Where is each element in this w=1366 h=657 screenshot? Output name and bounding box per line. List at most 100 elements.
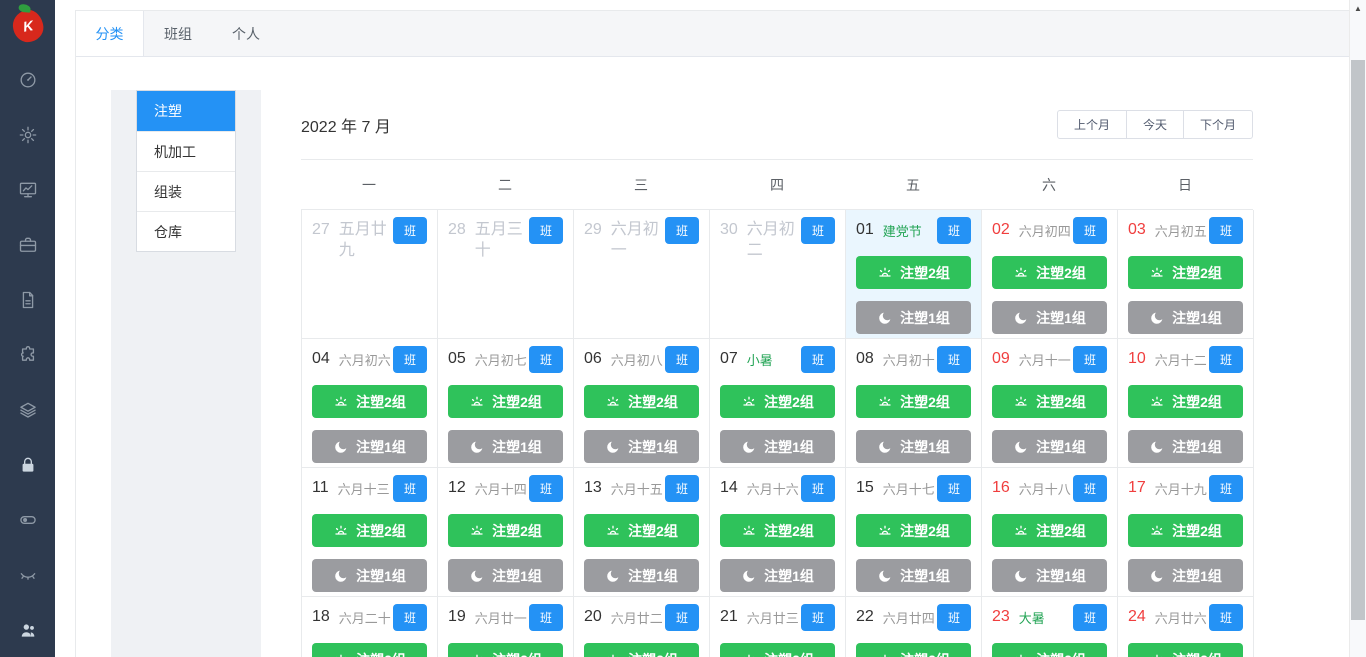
night-shift-button[interactable]: 注塑1组 bbox=[312, 559, 427, 592]
shift-type-badge[interactable]: 班 bbox=[529, 217, 563, 244]
today-button[interactable]: 今天 bbox=[1125, 110, 1184, 139]
day-shift-button[interactable]: 注塑2组 bbox=[720, 514, 835, 547]
day-shift-button[interactable]: 注塑2组 bbox=[992, 514, 1107, 547]
shift-type-badge[interactable]: 班 bbox=[937, 604, 971, 631]
shift-type-badge[interactable]: 班 bbox=[1209, 346, 1243, 373]
users-icon[interactable] bbox=[0, 602, 55, 657]
shift-type-badge[interactable]: 班 bbox=[665, 475, 699, 502]
shift-type-badge[interactable]: 班 bbox=[801, 475, 835, 502]
shift-type-badge[interactable]: 班 bbox=[665, 346, 699, 373]
lock-icon[interactable] bbox=[0, 437, 55, 492]
monitor-chart-icon[interactable] bbox=[0, 162, 55, 217]
shift-type-badge[interactable]: 班 bbox=[529, 604, 563, 631]
day-shift-button[interactable]: 注塑2组 bbox=[1128, 514, 1243, 547]
category-item-仓库[interactable]: 仓库 bbox=[137, 211, 235, 251]
day-shift-button[interactable]: 注塑2组 bbox=[1128, 385, 1243, 418]
day-shift-button[interactable]: 注塑2组 bbox=[992, 643, 1107, 657]
night-shift-button[interactable]: 注塑1组 bbox=[992, 430, 1107, 463]
category-item-注塑[interactable]: 注塑 bbox=[137, 91, 235, 131]
shift-type-badge[interactable]: 班 bbox=[393, 217, 427, 244]
category-item-机加工[interactable]: 机加工 bbox=[137, 131, 235, 171]
shift-type-badge[interactable]: 班 bbox=[665, 604, 699, 631]
gear-icon[interactable] bbox=[0, 107, 55, 162]
shift-type-badge[interactable]: 班 bbox=[937, 475, 971, 502]
calendar-cell: 10 六月十二班注塑2组 注塑1组 bbox=[1118, 339, 1254, 468]
app-logo[interactable]: K bbox=[0, 0, 55, 52]
night-shift-button[interactable]: 注塑1组 bbox=[856, 301, 971, 334]
shift-type-badge[interactable]: 班 bbox=[937, 217, 971, 244]
tab-个人[interactable]: 个人 bbox=[212, 11, 280, 56]
toggle-icon[interactable] bbox=[0, 492, 55, 547]
shift-type-badge[interactable]: 班 bbox=[665, 217, 699, 244]
shift-type-badge[interactable]: 班 bbox=[1209, 217, 1243, 244]
day-shift-button[interactable]: 注塑2组 bbox=[856, 514, 971, 547]
day-shift-button[interactable]: 注塑2组 bbox=[584, 643, 699, 657]
night-shift-button[interactable]: 注塑1组 bbox=[584, 559, 699, 592]
day-shift-button[interactable]: 注塑2组 bbox=[448, 385, 563, 418]
night-shift-button[interactable]: 注塑1组 bbox=[992, 559, 1107, 592]
day-shift-button[interactable]: 注塑2组 bbox=[312, 385, 427, 418]
shift-type-badge[interactable]: 班 bbox=[1073, 604, 1107, 631]
category-item-组装[interactable]: 组装 bbox=[137, 171, 235, 211]
tab-班组[interactable]: 班组 bbox=[144, 11, 212, 56]
day-shift-button[interactable]: 注塑2组 bbox=[720, 643, 835, 657]
night-shift-button[interactable]: 注塑1组 bbox=[1128, 430, 1243, 463]
shift-type-badge[interactable]: 班 bbox=[1073, 346, 1107, 373]
shift-type-badge[interactable]: 班 bbox=[801, 217, 835, 244]
day-shift-button[interactable]: 注塑2组 bbox=[312, 514, 427, 547]
shift-type-badge[interactable]: 班 bbox=[1073, 217, 1107, 244]
layers-icon[interactable] bbox=[0, 382, 55, 437]
day-shift-button[interactable]: 注塑2组 bbox=[856, 643, 971, 657]
shift-type-badge[interactable]: 班 bbox=[937, 346, 971, 373]
eye-closed-icon[interactable] bbox=[0, 547, 55, 602]
day-shift-button[interactable]: 注塑2组 bbox=[856, 256, 971, 289]
tab-分类[interactable]: 分类 bbox=[76, 11, 144, 56]
document-icon[interactable] bbox=[0, 272, 55, 327]
shift-type-badge[interactable]: 班 bbox=[1209, 475, 1243, 502]
sidebar-nav bbox=[0, 52, 55, 657]
day-shift-button[interactable]: 注塑2组 bbox=[720, 385, 835, 418]
shift-type-badge[interactable]: 班 bbox=[529, 346, 563, 373]
night-shift-button[interactable]: 注塑1组 bbox=[584, 430, 699, 463]
scrollbar-up-arrow-icon[interactable]: ▲ bbox=[1350, 0, 1366, 17]
day-shift-button[interactable]: 注塑2组 bbox=[1128, 256, 1243, 289]
next-month-button[interactable]: 下个月 bbox=[1182, 110, 1253, 139]
shift-label: 注塑1组 bbox=[764, 438, 814, 455]
day-shift-button[interactable]: 注塑2组 bbox=[992, 256, 1107, 289]
shift-type-badge[interactable]: 班 bbox=[393, 604, 427, 631]
puzzle-icon[interactable] bbox=[0, 327, 55, 382]
night-shift-button[interactable]: 注塑1组 bbox=[448, 559, 563, 592]
shift-type-badge[interactable]: 班 bbox=[1073, 475, 1107, 502]
shift-type-badge[interactable]: 班 bbox=[529, 475, 563, 502]
night-shift-button[interactable]: 注塑1组 bbox=[1128, 301, 1243, 334]
day-shift-button[interactable]: 注塑2组 bbox=[1128, 643, 1243, 657]
day-shift-button[interactable]: 注塑2组 bbox=[584, 514, 699, 547]
night-shift-button[interactable]: 注塑1组 bbox=[720, 430, 835, 463]
night-shift-button[interactable]: 注塑1组 bbox=[1128, 559, 1243, 592]
dashboard-icon[interactable] bbox=[0, 52, 55, 107]
shift-type-badge[interactable]: 班 bbox=[801, 604, 835, 631]
shift-type-badge[interactable]: 班 bbox=[801, 346, 835, 373]
sunrise-icon bbox=[741, 394, 757, 410]
night-shift-button[interactable]: 注塑1组 bbox=[856, 430, 971, 463]
day-shift-button[interactable]: 注塑2组 bbox=[992, 385, 1107, 418]
vertical-scrollbar[interactable]: ▲ bbox=[1349, 0, 1366, 657]
day-shift-button[interactable]: 注塑2组 bbox=[448, 514, 563, 547]
shift-label: 注塑2组 bbox=[356, 522, 406, 539]
night-shift-button[interactable]: 注塑1组 bbox=[856, 559, 971, 592]
night-shift-button[interactable]: 注塑1组 bbox=[720, 559, 835, 592]
day-shift-button[interactable]: 注塑2组 bbox=[856, 385, 971, 418]
scrollbar-thumb[interactable] bbox=[1351, 60, 1365, 620]
day-shift-button[interactable]: 注塑2组 bbox=[448, 643, 563, 657]
day-shift-button[interactable]: 注塑2组 bbox=[584, 385, 699, 418]
day-shift-button[interactable]: 注塑2组 bbox=[312, 643, 427, 657]
night-shift-button[interactable]: 注塑1组 bbox=[448, 430, 563, 463]
sunrise-icon bbox=[333, 523, 349, 539]
shift-type-badge[interactable]: 班 bbox=[1209, 604, 1243, 631]
night-shift-button[interactable]: 注塑1组 bbox=[312, 430, 427, 463]
shift-type-badge[interactable]: 班 bbox=[393, 475, 427, 502]
night-shift-button[interactable]: 注塑1组 bbox=[992, 301, 1107, 334]
prev-month-button[interactable]: 上个月 bbox=[1056, 110, 1127, 139]
shift-type-badge[interactable]: 班 bbox=[393, 346, 427, 373]
briefcase-icon[interactable] bbox=[0, 217, 55, 272]
